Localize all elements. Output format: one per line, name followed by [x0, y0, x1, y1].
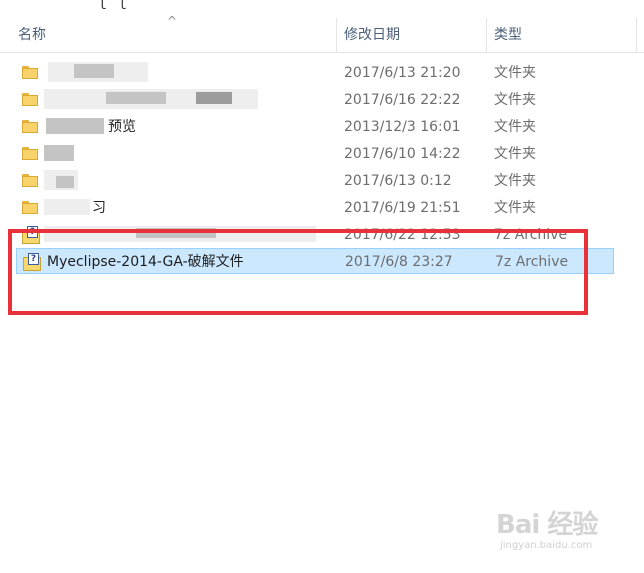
file-date: 2017/6/13 0:12: [344, 173, 452, 189]
file-date: 2017/6/13 21:20: [344, 65, 461, 81]
watermark-logo: Bai 经验: [496, 510, 598, 540]
folder-icon: [22, 120, 38, 133]
folder-icon: [22, 174, 38, 187]
column-divider[interactable]: [636, 18, 637, 52]
folder-icon: [22, 147, 38, 160]
file-row[interactable]: 2017/6/13 0:12 文件夹: [16, 168, 614, 194]
file-type: 文件夹: [494, 65, 536, 81]
folder-icon: [22, 93, 38, 106]
file-row[interactable]: 预览 2013/12/3 16:01 文件夹: [16, 114, 614, 140]
file-type: 文件夹: [494, 92, 536, 108]
address-bar-remnant: ｌ ｌ: [0, 0, 644, 14]
file-name: 预览: [108, 119, 136, 135]
file-date: 2017/6/16 22:22: [344, 92, 461, 108]
file-row[interactable]: 2017/6/13 21:20 文件夹: [16, 60, 614, 86]
file-date: 2013/12/3 16:01: [344, 119, 461, 135]
watermark-url: jingyan.baidu.com: [500, 540, 593, 551]
file-type: 文件夹: [494, 173, 536, 189]
file-row[interactable]: 2017/6/16 22:22 文件夹: [16, 87, 614, 113]
file-type: 文件夹: [494, 200, 536, 216]
column-header-type[interactable]: 类型: [494, 18, 522, 52]
file-row[interactable]: 习 2017/6/19 21:51 文件夹: [16, 195, 614, 221]
column-divider[interactable]: [336, 18, 337, 52]
sort-ascending-icon: ^: [167, 14, 178, 28]
file-date: 2017/6/19 21:51: [344, 200, 461, 216]
column-header-bar: 名称 ^ 修改日期 类型: [0, 14, 644, 53]
baidu-jingyan-watermark: Bai 经验 jingyan.baidu.com: [496, 500, 616, 562]
column-header-name[interactable]: 名称: [18, 18, 46, 52]
folder-icon: [22, 66, 38, 79]
file-date: 2017/6/10 14:22: [344, 146, 461, 162]
file-row[interactable]: 2017/6/10 14:22 文件夹: [16, 141, 614, 167]
column-divider[interactable]: [486, 18, 487, 52]
annotation-highlight-box: [8, 229, 588, 315]
file-type: 文件夹: [494, 146, 536, 162]
file-type: 文件夹: [494, 119, 536, 135]
column-header-date[interactable]: 修改日期: [344, 18, 400, 52]
folder-icon: [22, 201, 38, 214]
file-name: 习: [92, 200, 106, 216]
